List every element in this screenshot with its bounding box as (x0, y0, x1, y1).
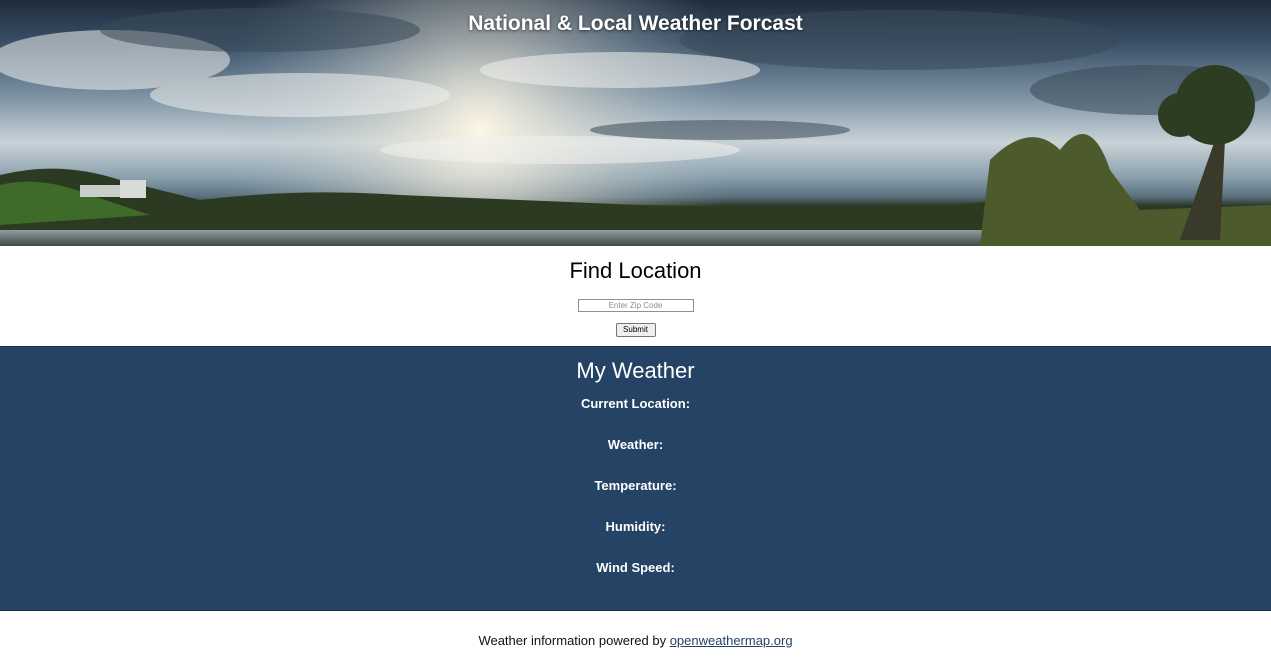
wind-speed-label: Wind Speed: (596, 560, 675, 575)
my-weather-heading: My Weather (576, 358, 695, 383)
current-location-label: Current Location: (580, 396, 691, 411)
weather-label: Weather: (607, 437, 664, 452)
temperature-label: Temperature: (594, 478, 677, 493)
zip-code-input[interactable] (577, 299, 694, 312)
humidity-label: Humidity: (605, 519, 666, 534)
header-banner: National & Local Weather Forcast (0, 0, 1271, 246)
find-location-heading: Find Location (569, 258, 702, 283)
banner-landscape-image (0, 0, 1271, 246)
footer: Weather information powered by openweath… (0, 611, 1271, 648)
openweathermap-link[interactable]: openweathermap.org (670, 633, 793, 648)
my-weather-section: My Weather Current Location: Weather: Te… (0, 346, 1271, 611)
footer-text: Weather information powered by (478, 633, 667, 648)
site-title: National & Local Weather Forcast (468, 12, 803, 35)
submit-button[interactable]: Submit (615, 323, 656, 337)
find-location-section: Find Location Submit (0, 246, 1271, 346)
